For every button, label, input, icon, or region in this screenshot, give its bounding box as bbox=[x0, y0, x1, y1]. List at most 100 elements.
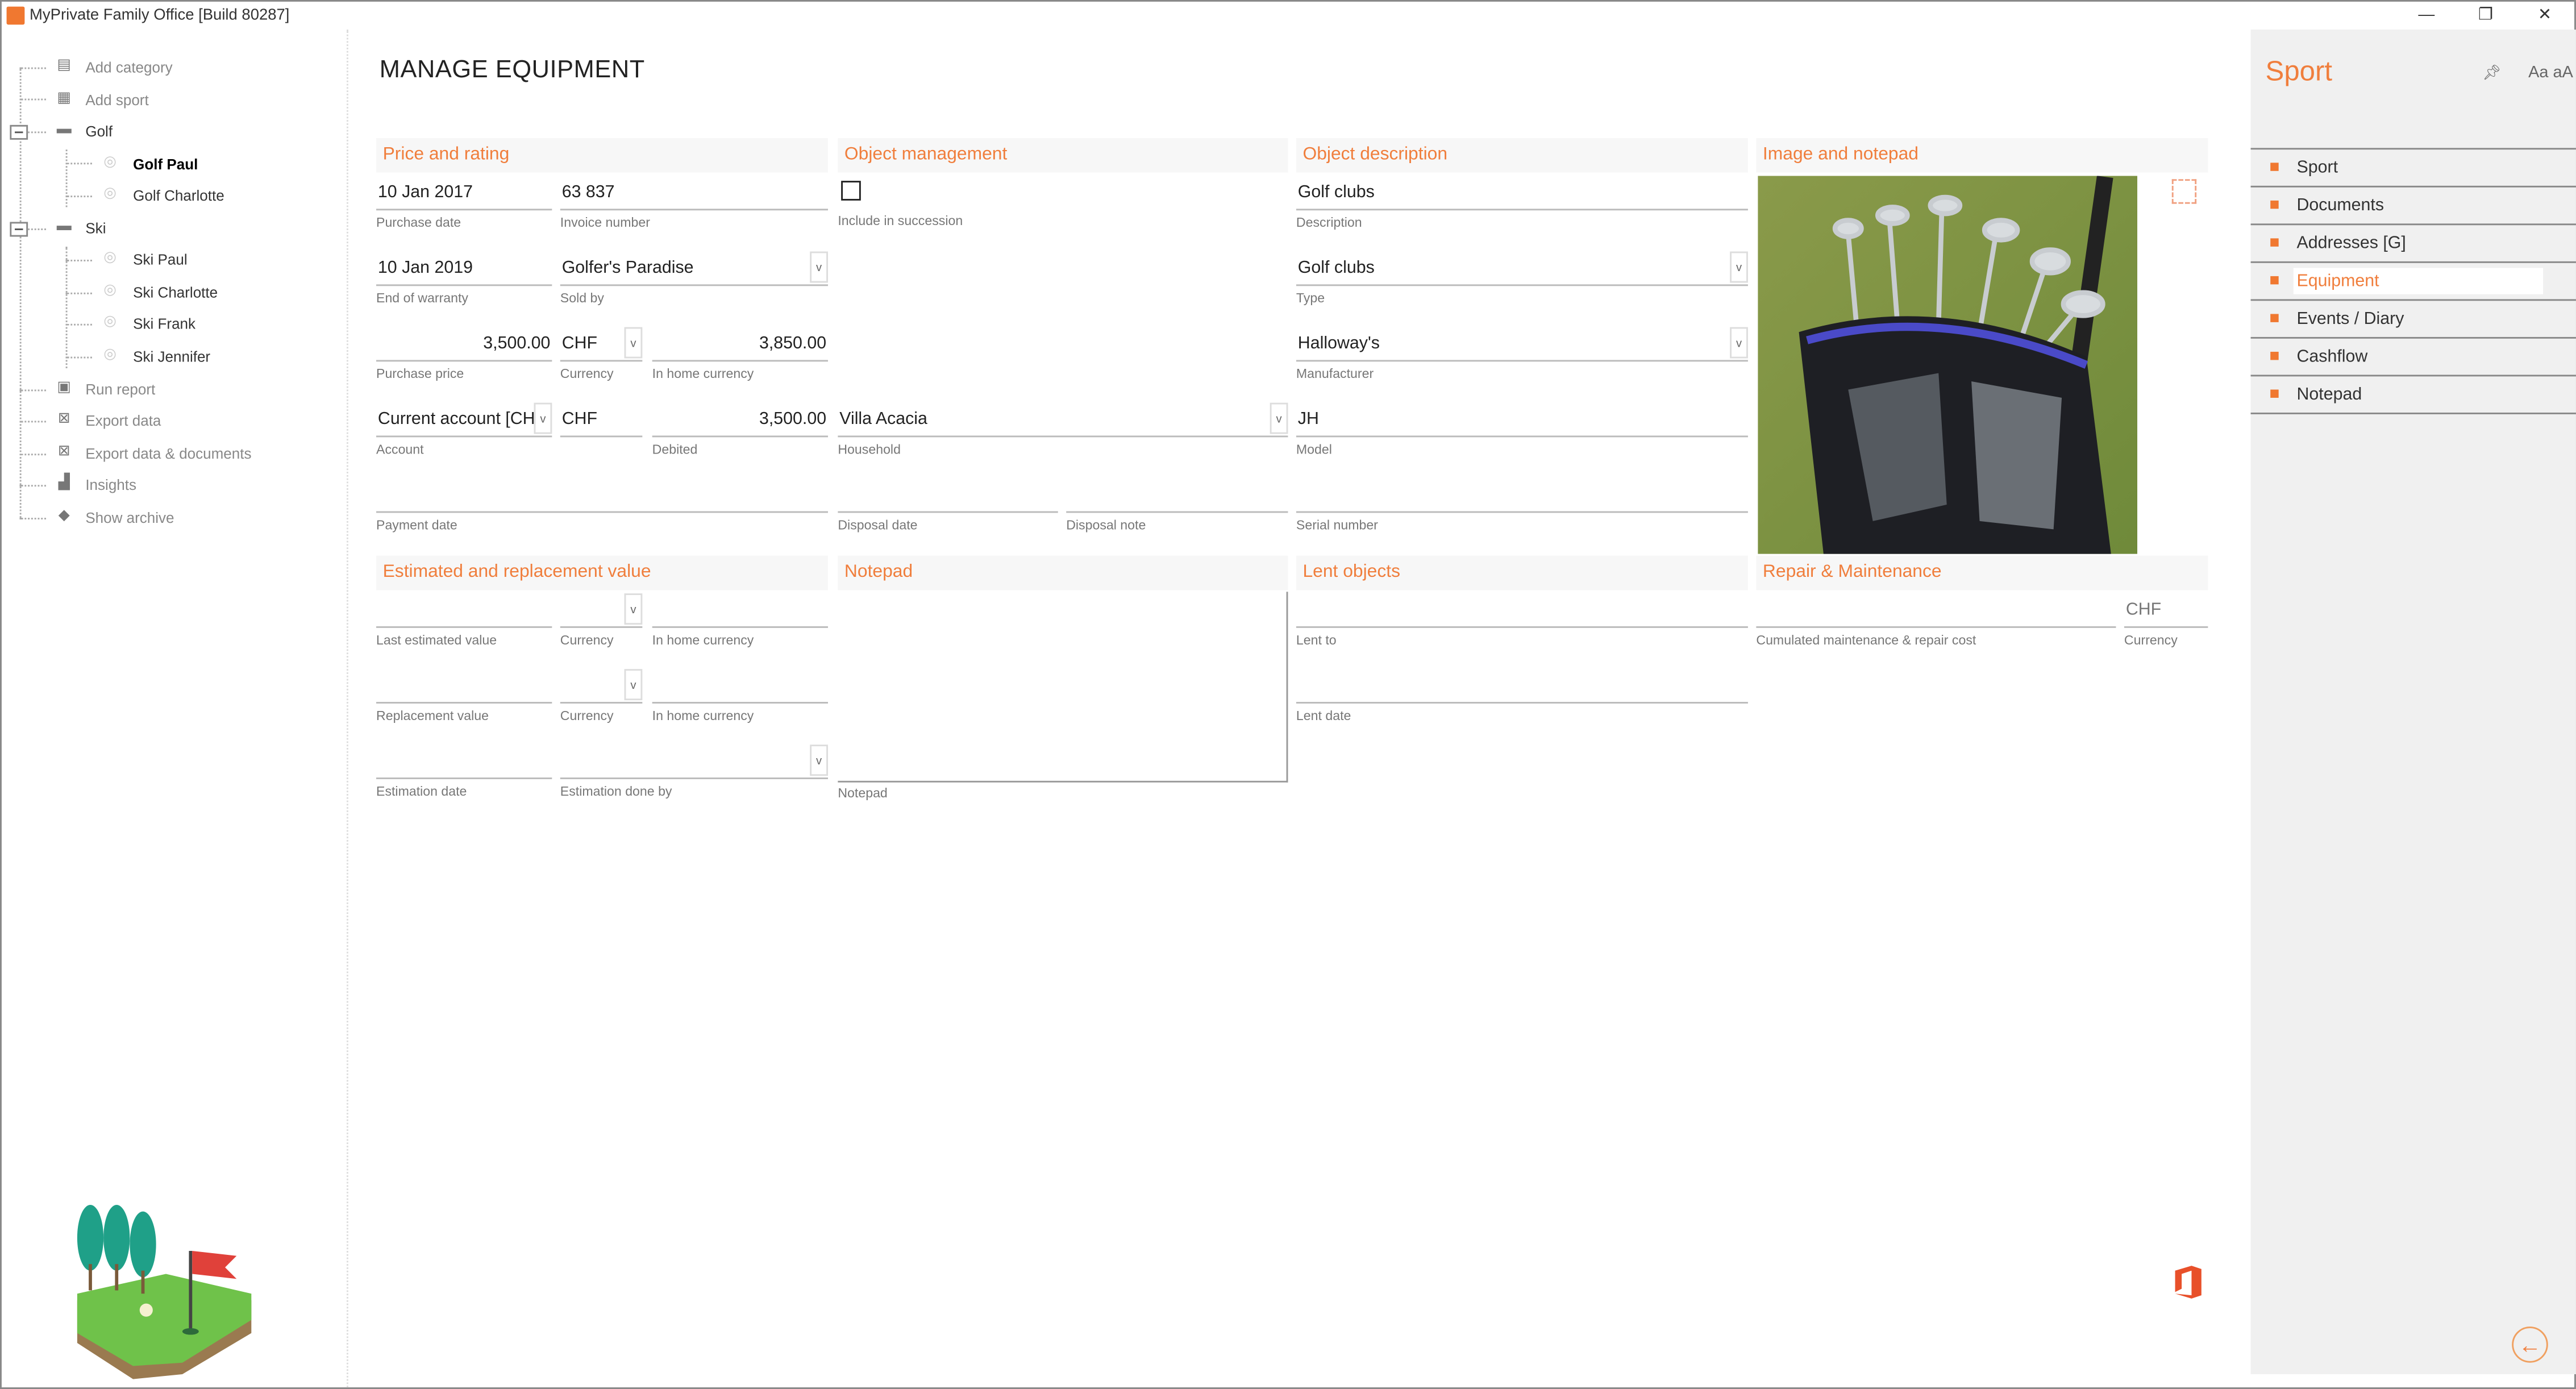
nav-item-equipment[interactable]: Equipment bbox=[2250, 261, 2576, 300]
tree-item-ski-frank[interactable]: Ski Frank bbox=[133, 313, 195, 335]
purchase-date-field[interactable]: 10 Jan 2017 Purchase date bbox=[376, 176, 552, 242]
end-of-warranty-field[interactable]: 10 Jan 2019 End of warranty bbox=[376, 252, 552, 318]
chevron-down-icon[interactable]: v bbox=[810, 251, 829, 283]
tree-item-export-data[interactable]: Export data bbox=[85, 409, 161, 432]
circle-icon: ◎ bbox=[103, 345, 117, 362]
tree-item-ski-jennifer[interactable]: Ski Jennifer bbox=[133, 345, 210, 368]
tree-item-ski-paul[interactable]: Ski Paul bbox=[133, 248, 187, 271]
currency-dropdown[interactable]: CHF v Currency bbox=[560, 327, 643, 393]
description-field[interactable]: Golf clubs Description bbox=[1296, 176, 1748, 242]
minimize-button[interactable]: — bbox=[2410, 3, 2443, 28]
household-dropdown[interactable]: Villa Acacia v Household bbox=[838, 402, 1288, 469]
last-estimated-value-field[interactable]: Last estimated value bbox=[376, 593, 552, 659]
household-value[interactable]: Villa Acacia bbox=[838, 403, 1288, 438]
include-in-succession-checkbox[interactable] bbox=[841, 181, 861, 201]
invoice-number-input[interactable]: 63 837 bbox=[560, 176, 829, 211]
cumulated-cost-field[interactable]: Cumulated maintenance & repair cost bbox=[1756, 593, 2116, 659]
replacement-value-input[interactable] bbox=[376, 669, 552, 704]
disposal-date-input[interactable] bbox=[838, 479, 1058, 513]
model-field[interactable]: JH Model bbox=[1296, 403, 1748, 469]
nav-item-documents[interactable]: Documents bbox=[2250, 185, 2576, 224]
estimation-date-input[interactable] bbox=[376, 745, 552, 779]
end-of-warranty-input[interactable]: 10 Jan 2019 bbox=[376, 252, 552, 286]
nav-item-events-diary[interactable]: Events / Diary bbox=[2250, 299, 2576, 337]
tree-item-run-report[interactable]: Run report bbox=[85, 378, 155, 401]
replacement-home-currency-input[interactable] bbox=[652, 669, 829, 704]
font-size-toggle[interactable]: Aa aA bbox=[2528, 64, 2573, 82]
chevron-down-icon[interactable]: v bbox=[1730, 251, 1748, 283]
nav-item-sport[interactable]: Sport bbox=[2250, 148, 2576, 186]
nav-item-notepad[interactable]: Notepad bbox=[2250, 375, 2576, 414]
replacement-currency-dropdown[interactable]: v Currency bbox=[560, 669, 643, 735]
model-input[interactable]: JH bbox=[1296, 403, 1748, 438]
lent-to-input[interactable] bbox=[1296, 593, 1748, 628]
debited-input[interactable]: 3,500.00 bbox=[652, 403, 829, 438]
tree-item-export-data-documents[interactable]: Export data & documents bbox=[85, 442, 251, 465]
debited-field[interactable]: 3,500.00 Debited bbox=[652, 403, 829, 469]
lent-to-field[interactable]: Lent to bbox=[1296, 593, 1748, 659]
estimation-date-field[interactable]: Estimation date bbox=[376, 745, 552, 810]
estimation-done-by-dropdown[interactable]: v Estimation done by bbox=[560, 745, 829, 810]
replacement-home-currency-field[interactable]: In home currency bbox=[652, 669, 829, 735]
tree-item-golf[interactable]: Golf bbox=[85, 120, 113, 143]
payment-date-input[interactable] bbox=[376, 479, 829, 513]
disposal-note-field[interactable]: Disposal note bbox=[1066, 479, 1288, 544]
manufacturer-dropdown[interactable]: Halloway's v Manufacturer bbox=[1296, 327, 1748, 393]
nav-item-cashflow[interactable]: Cashflow bbox=[2250, 336, 2576, 375]
disposal-note-input[interactable] bbox=[1066, 479, 1288, 513]
home-currency-field[interactable]: 3,850.00 In home currency bbox=[652, 327, 829, 393]
back-arrow-button[interactable]: ← bbox=[2512, 1326, 2548, 1363]
sold-by-dropdown[interactable]: Golfer's Paradise v Sold by bbox=[560, 251, 829, 318]
tree-item-golf-charlotte[interactable]: Golf Charlotte bbox=[133, 184, 224, 207]
tree-item-show-archive[interactable]: Show archive bbox=[85, 506, 174, 529]
tree-item-add-category[interactable]: Add category bbox=[85, 56, 172, 78]
sold-by-value[interactable]: Golfer's Paradise bbox=[560, 252, 829, 286]
description-input[interactable]: Golf clubs bbox=[1296, 176, 1748, 211]
estimate-home-currency-field[interactable]: In home currency bbox=[652, 593, 829, 659]
add-image-button[interactable] bbox=[2171, 179, 2197, 204]
tree-item-ski[interactable]: Ski bbox=[85, 217, 106, 240]
estimate-home-currency-input[interactable] bbox=[652, 593, 829, 628]
payment-date-field[interactable]: Payment date bbox=[376, 479, 829, 544]
estimate-currency-dropdown[interactable]: v Currency bbox=[560, 593, 643, 659]
chevron-down-icon[interactable]: v bbox=[1270, 402, 1288, 434]
collapse-golf-toggle[interactable] bbox=[10, 124, 28, 140]
last-estimated-value-input[interactable] bbox=[376, 593, 552, 628]
serial-number-field[interactable]: Serial number bbox=[1296, 479, 1748, 544]
purchase-date-input[interactable]: 10 Jan 2017 bbox=[376, 176, 552, 211]
collapse-ski-toggle[interactable] bbox=[10, 222, 28, 237]
nav-item-addresses[interactable]: Addresses [G] bbox=[2250, 223, 2576, 261]
chevron-down-icon[interactable]: v bbox=[624, 669, 643, 701]
chevron-down-icon[interactable]: v bbox=[624, 327, 643, 359]
notepad-textarea[interactable] bbox=[838, 592, 1288, 783]
office-icon[interactable] bbox=[2172, 1264, 2205, 1300]
disposal-date-field[interactable]: Disposal date bbox=[838, 479, 1058, 544]
close-button[interactable]: ✕ bbox=[2528, 3, 2561, 28]
account-value[interactable]: Current account [CH bbox=[376, 403, 552, 438]
tree-item-ski-charlotte[interactable]: Ski Charlotte bbox=[133, 281, 218, 304]
type-dropdown[interactable]: Golf clubs v Type bbox=[1296, 251, 1748, 318]
account-dropdown[interactable]: Current account [CH v Account bbox=[376, 402, 552, 469]
pin-icon[interactable]: 📌︎ bbox=[2482, 64, 2501, 82]
equipment-photo[interactable] bbox=[1758, 176, 2138, 554]
tree-item-insights[interactable]: Insights bbox=[85, 473, 136, 496]
type-value[interactable]: Golf clubs bbox=[1296, 252, 1748, 286]
chevron-down-icon[interactable]: v bbox=[1730, 327, 1748, 359]
invoice-number-field[interactable]: 63 837 Invoice number bbox=[560, 176, 829, 242]
tree-item-golf-paul[interactable]: Golf Paul bbox=[133, 153, 198, 176]
purchase-price-field[interactable]: 3,500.00 Purchase price bbox=[376, 327, 552, 393]
replacement-value-field[interactable]: Replacement value bbox=[376, 669, 552, 735]
cumulated-cost-input[interactable] bbox=[1756, 593, 2116, 628]
restore-button[interactable]: ❐ bbox=[2469, 3, 2502, 28]
estimation-done-by-value[interactable] bbox=[560, 745, 829, 779]
serial-number-input[interactable] bbox=[1296, 479, 1748, 513]
tree-item-add-sport[interactable]: Add sport bbox=[85, 89, 148, 111]
chevron-down-icon[interactable]: v bbox=[624, 593, 643, 625]
manufacturer-value[interactable]: Halloway's bbox=[1296, 327, 1748, 362]
lent-date-field[interactable]: Lent date bbox=[1296, 669, 1748, 735]
chevron-down-icon[interactable]: v bbox=[810, 745, 829, 776]
chevron-down-icon[interactable]: v bbox=[534, 402, 552, 434]
home-currency-input[interactable]: 3,850.00 bbox=[652, 327, 829, 362]
purchase-price-input[interactable]: 3,500.00 bbox=[376, 327, 552, 362]
lent-date-input[interactable] bbox=[1296, 669, 1748, 704]
